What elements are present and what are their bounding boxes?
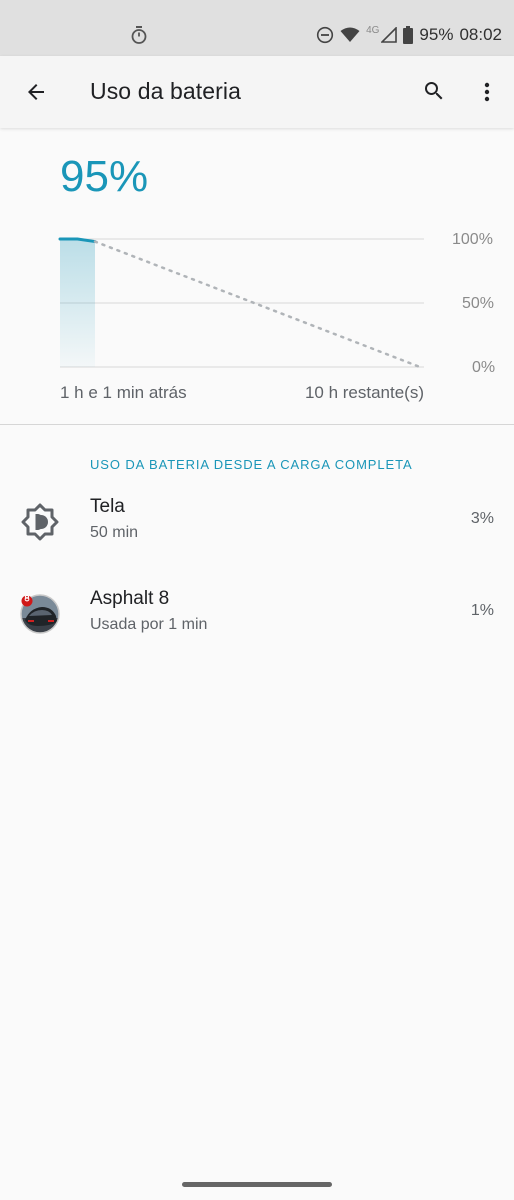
item-subtitle: Usada por 1 min [90, 616, 208, 633]
y-tick-label: 0% [472, 359, 496, 376]
battery-projection-line [93, 240, 422, 369]
section-header: USO DA BATERIA DESDE A CARGA COMPLETA [90, 457, 413, 472]
y-tick-label: 50% [462, 295, 495, 312]
x-label-start: 1 h e 1 min atrás [60, 383, 187, 402]
status-icons: 4G 95% 08:02 [316, 24, 502, 46]
status-bar: 4G 95% 08:02 [0, 0, 514, 56]
back-arrow-icon [28, 84, 44, 100]
item-percent: 3% [470, 510, 494, 527]
wifi-icon [340, 27, 360, 42]
item-title: Asphalt 8 [90, 588, 170, 609]
battery-chart-plot [58, 237, 424, 369]
more-vert-icon [484, 82, 490, 102]
clock-label: 08:02 [459, 25, 502, 44]
cell-signal-icon [381, 27, 398, 43]
gesture-nav-handle[interactable] [182, 1182, 332, 1187]
battery-level-text: 95% [60, 152, 149, 201]
more-options-button[interactable] [470, 74, 504, 110]
battery-history-area [60, 239, 95, 367]
app-bar: Uso da bateria [0, 56, 514, 128]
item-subtitle: 50 min [90, 524, 139, 541]
back-button[interactable] [18, 74, 54, 110]
section-divider [0, 424, 514, 425]
page-title: Uso da bateria [90, 78, 241, 104]
item-percent: 1% [470, 602, 494, 619]
item-title: Tela [90, 496, 125, 517]
y-tick-label: 100% [452, 231, 493, 248]
x-label-end: 10 h restante(s) [304, 383, 424, 402]
list-item[interactable]: Tela 50 min 3% [0, 486, 514, 568]
battery-percent-label: 95% [419, 25, 454, 44]
do-not-disturb-icon [316, 26, 334, 44]
brightness-icon [21, 503, 59, 541]
battery-chart: 100% 50% 0% [0, 225, 514, 376]
stopwatch-icon [131, 26, 147, 44]
battery-icon [403, 26, 414, 44]
asphalt-8-app-icon [20, 594, 60, 634]
search-button[interactable] [417, 74, 451, 108]
search-icon [425, 82, 443, 100]
list-item[interactable]: Asphalt 8 Usada por 1 min 1% [0, 578, 514, 660]
network-type-label: 4G [366, 24, 380, 36]
